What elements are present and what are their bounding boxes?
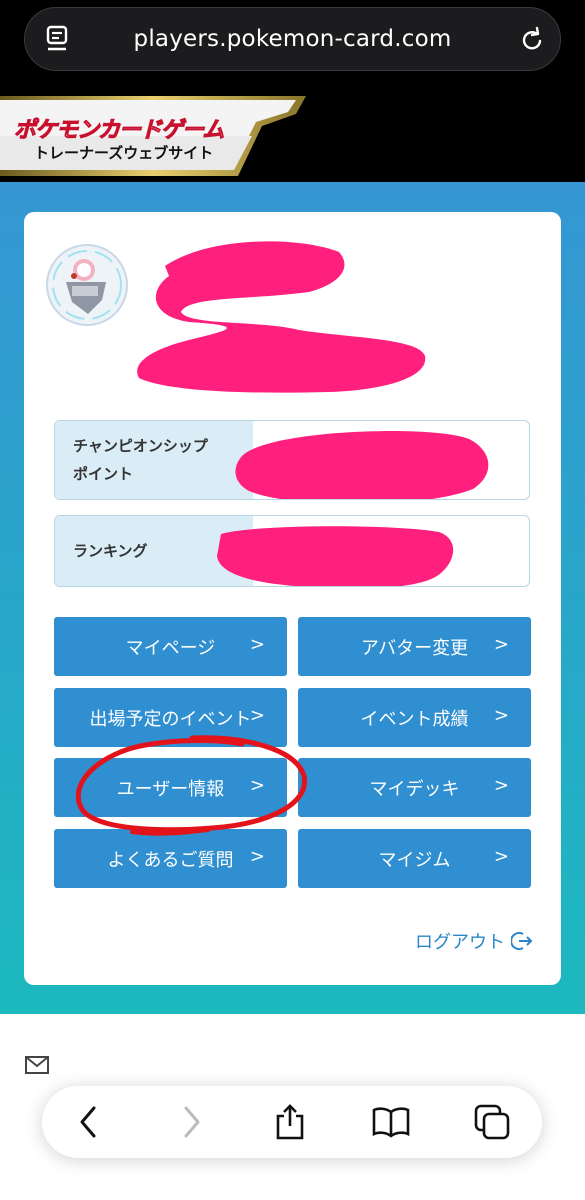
my-page-button[interactable]: マイページ > [54,617,287,676]
url-text[interactable]: players.pokemon-card.com [25,26,560,52]
avatar-change-button[interactable]: アバター変更 > [298,617,531,676]
chevron-right-icon: > [493,846,509,867]
reload-icon[interactable] [519,24,545,54]
menu-overlay: チャンピオンシップ ポイント ランキング マイページ > アバター変更 > 出場予… [0,182,585,1014]
back-icon[interactable] [76,1104,100,1140]
logo-subtitle: トレーナーズウェブサイト [34,144,214,162]
address-bar[interactable]: players.pokemon-card.com [24,7,561,71]
my-deck-button[interactable]: マイデッキ > [298,758,531,817]
championship-points-box: チャンピオンシップ ポイント [54,420,530,500]
championship-points-label: チャンピオンシップ ポイント [55,421,253,499]
bookmarks-icon[interactable] [372,1104,410,1140]
chevron-right-icon: > [493,705,509,726]
share-icon[interactable] [274,1104,306,1140]
redaction-scribble [137,241,426,393]
avatar[interactable] [44,242,130,328]
event-results-button[interactable]: イベント成績 > [298,688,531,747]
logout-icon [511,932,533,950]
logout-link[interactable]: ログアウト [415,928,533,954]
chevron-right-icon: > [493,634,509,655]
chevron-right-icon: > [493,775,509,796]
forward-icon[interactable] [180,1104,204,1140]
browser-top-bar: players.pokemon-card.com [0,0,585,96]
chevron-right-icon: > [249,705,265,726]
ranking-box: ランキング [54,515,530,587]
tabs-icon[interactable] [474,1104,510,1140]
envelope-icon [25,1056,49,1074]
profile-menu-card: チャンピオンシップ ポイント ランキング マイページ > アバター変更 > 出場予… [24,212,561,985]
browser-bottom-toolbar [42,1086,542,1158]
redaction-scribble [217,526,454,586]
redaction-scribble [235,431,489,499]
red-circle-annotation [75,735,308,836]
chevron-right-icon: > [249,634,265,655]
logo-title: ポケモンカードゲーム [13,118,224,144]
my-gym-button[interactable]: マイジム > [298,829,531,888]
